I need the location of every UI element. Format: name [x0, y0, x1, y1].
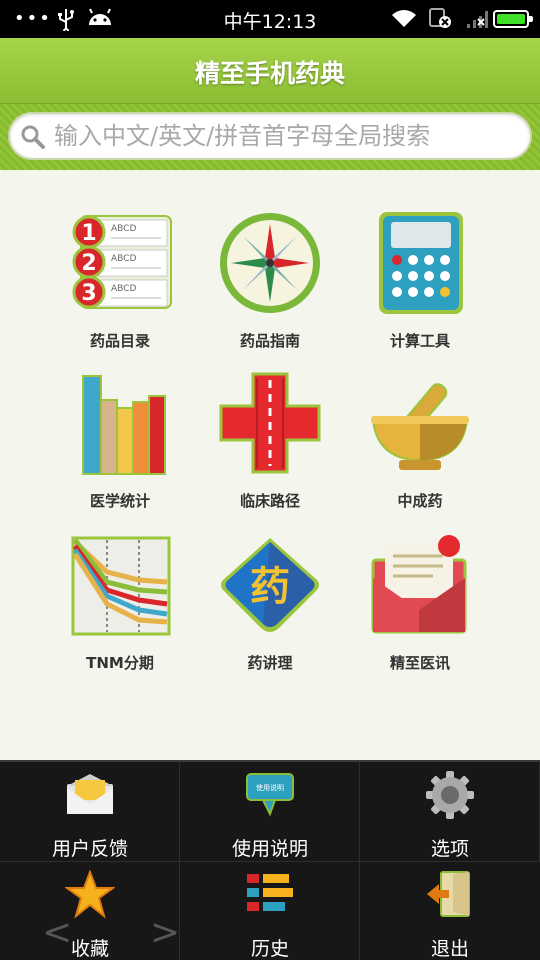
- grid-item-label: 药讲理: [247, 654, 293, 672]
- envelope-icon: [67, 774, 113, 814]
- clock: 中午12:13: [223, 11, 317, 33]
- mortar-pestle-icon: [371, 383, 469, 470]
- menu-favorites-button[interactable]: 收藏: [0, 862, 180, 960]
- exit-door-icon: [427, 871, 470, 917]
- svg-text:3: 3: [81, 281, 96, 306]
- search-icon: [21, 125, 45, 149]
- search-input[interactable]: [54, 120, 514, 152]
- numbered-list-icon: 1 2 3 ABCD ABCD ABCD: [72, 215, 172, 309]
- status-bar: ••• 中午12:13: [0, 0, 540, 38]
- calculator-icon: [379, 212, 463, 314]
- menu-options-button[interactable]: 选项: [360, 762, 540, 862]
- grid-item-medical-stats[interactable]: 医学统计: [45, 370, 195, 520]
- sample-text: ABCD: [111, 284, 136, 294]
- options-menu: < > 用户反馈 使用说明 使用说明 选项 收藏 历史 退出: [0, 760, 540, 960]
- grid-item-label: 医学统计: [89, 492, 150, 510]
- grid-item-news[interactable]: 精至医讯: [345, 532, 495, 682]
- bar-chart-icon: [82, 375, 166, 475]
- grid-item-label: 临床路径: [239, 492, 300, 510]
- grid-item-tnm-staging[interactable]: TNM分期: [45, 532, 195, 682]
- grid-item-tcm[interactable]: 中成药: [345, 370, 495, 520]
- svg-text:2: 2: [81, 251, 96, 276]
- search-box[interactable]: [8, 112, 532, 160]
- svg-text:1: 1: [81, 221, 96, 246]
- bubble-text: 使用说明: [256, 783, 284, 792]
- grid-item-drug-talk[interactable]: 药 药讲理: [195, 532, 345, 682]
- line-chart-icon: [71, 536, 171, 636]
- menu-label: 使用说明: [231, 838, 308, 860]
- envelope-news-icon: [371, 535, 467, 634]
- compass-icon: [220, 213, 320, 313]
- red-cross-road-icon: [219, 372, 321, 474]
- sample-text: ABCD: [111, 254, 136, 264]
- menu-exit-button[interactable]: 退出: [360, 862, 540, 960]
- battery-icon: [493, 10, 533, 28]
- grid-item-label: 药品目录: [89, 332, 150, 350]
- gear-icon: [426, 771, 474, 819]
- badge-text: 药: [250, 564, 290, 610]
- speech-bubble-icon: 使用说明: [246, 773, 294, 817]
- sample-text: ABCD: [111, 224, 136, 234]
- signal-icon: [467, 11, 488, 28]
- history-list-icon: [247, 874, 293, 911]
- sim-off-icon: [429, 8, 451, 28]
- menu-label: 退出: [430, 938, 469, 960]
- medicine-badge-icon: 药: [221, 538, 319, 632]
- grid-item-label: 计算工具: [389, 332, 450, 350]
- feature-grid: 1 2 3 ABCD ABCD ABCD 药品目录 药品指南 计算工具 医学统计…: [0, 170, 540, 760]
- grid-item-drug-guide[interactable]: 药品指南: [195, 210, 345, 360]
- grid-item-drug-catalog[interactable]: 1 2 3 ABCD ABCD ABCD 药品目录: [45, 210, 195, 360]
- menu-label: 用户反馈: [51, 838, 128, 860]
- title-bar: 精至手机药典: [0, 38, 540, 104]
- menu-label: 选项: [430, 838, 469, 860]
- grid-item-label: 药品指南: [239, 332, 300, 350]
- menu-history-button[interactable]: 历史: [180, 862, 360, 960]
- page-title: 精至手机药典: [194, 59, 345, 88]
- wifi-icon: [392, 10, 416, 27]
- grid-item-clinical-path[interactable]: 临床路径: [195, 370, 345, 520]
- app-header: 精至手机药典: [0, 38, 540, 170]
- star-icon: [65, 870, 115, 919]
- menu-label: 历史: [250, 938, 289, 960]
- grid-item-calc-tools[interactable]: 计算工具: [345, 210, 495, 360]
- menu-feedback-button[interactable]: 用户反馈: [0, 762, 180, 862]
- menu-label: 收藏: [70, 938, 109, 960]
- menu-instructions-button[interactable]: 使用说明 使用说明: [180, 762, 360, 862]
- grid-item-label: TNM分期: [86, 654, 154, 672]
- grid-item-label: 中成药: [397, 492, 443, 510]
- grid-item-label: 精至医讯: [389, 654, 450, 672]
